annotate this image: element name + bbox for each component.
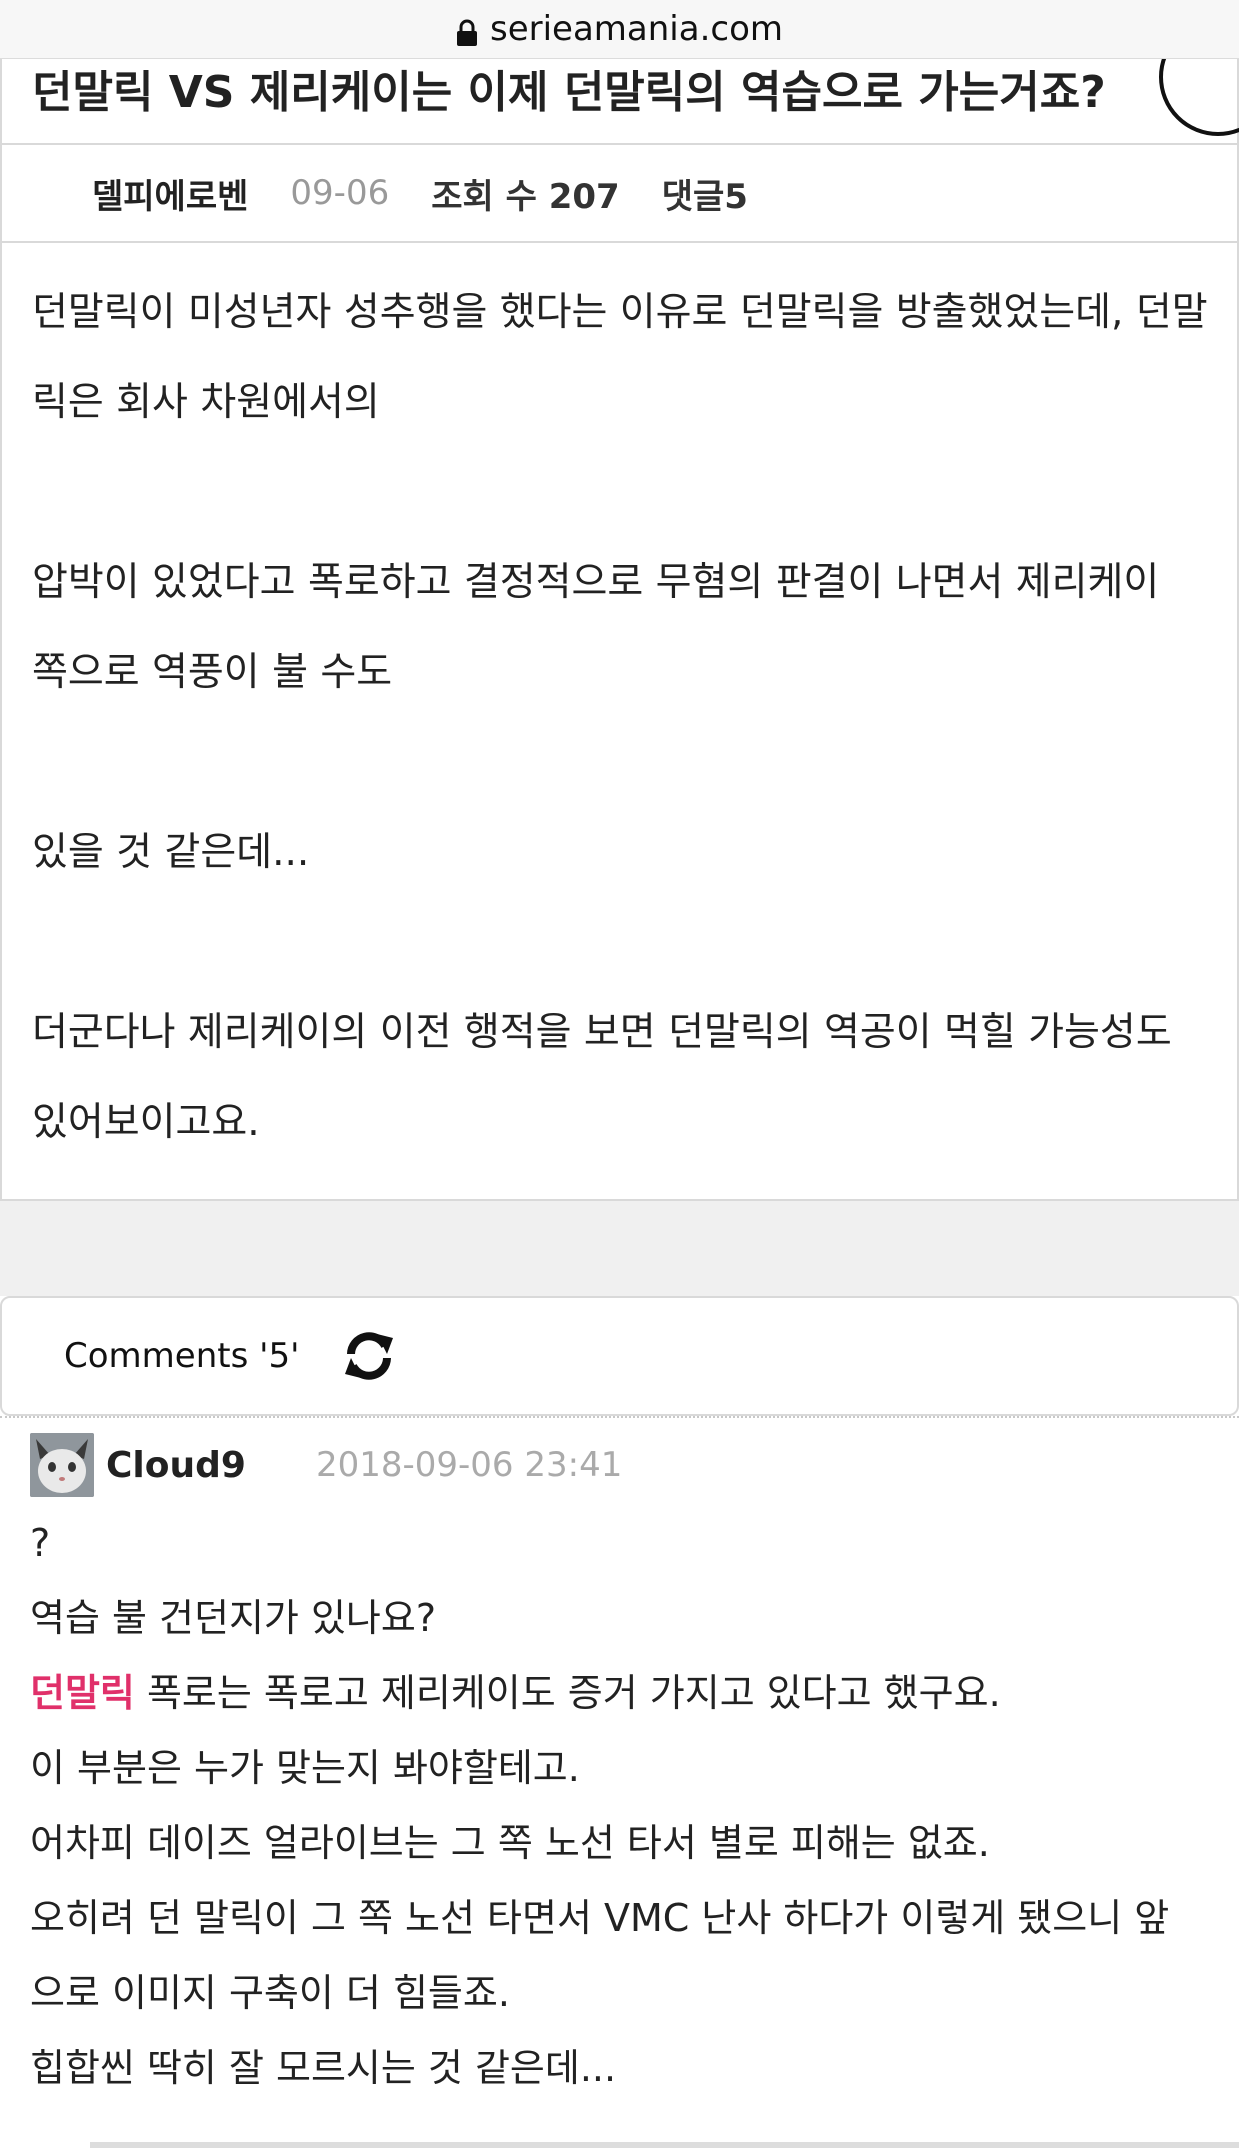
address-bar[interactable]: serieamania.com bbox=[0, 0, 1239, 59]
post-author[interactable]: 델피에로벤 bbox=[92, 169, 248, 218]
comment-item: Cloud9 2018-09-06 23:41 ? 역습 불 건던지가 있나요?… bbox=[30, 1430, 1220, 2106]
comment-line: 이 부분은 누가 맞는지 봐야할테고. bbox=[30, 1746, 580, 1790]
comments-label: Comments '5' bbox=[64, 1336, 300, 1376]
post-date: 09-06 bbox=[290, 173, 390, 213]
comment-line: 어차피 데이즈 얼라이브는 그 쪽 노선 타서 별로 피해는 없죠. bbox=[30, 1821, 990, 1865]
post-title: 던말릭 VS 제리케이는 이제 던말릭의 역습으로 가는거죠? bbox=[32, 67, 1106, 118]
body-line: 던말릭이 미성년자 성추행을 했다는 이유로 던말릭을 방출했었는데, 던말 bbox=[32, 290, 1208, 335]
comment-line-rest: 폭로는 폭로고 제리케이도 증거 가지고 있다고 했구요. bbox=[134, 1671, 1001, 1715]
post-meta: 델피에로벤 09-06 조회 수 207 댓글5 bbox=[2, 143, 1237, 243]
comment-line: 힙합씬 딱히 잘 모르시는 것 같은데... bbox=[30, 2046, 617, 2090]
body-line: 압박이 있었다고 폭로하고 결정적으로 무혐의 판결이 나면서 제리케이 bbox=[32, 560, 1160, 605]
comment-line: 오히려 던 말릭이 그 쪽 노선 타면서 VMC 난사 하다가 이렇게 됐으니 … bbox=[30, 1896, 1170, 1940]
section-separator bbox=[0, 1201, 1239, 1296]
comment-line: 역습 불 건던지가 있나요? bbox=[30, 1596, 437, 1640]
post-body: 던말릭이 미성년자 성추행을 했다는 이유로 던말릭을 방출했었는데, 던말 릭… bbox=[32, 268, 1212, 1168]
comment-body: ? 역습 불 건던지가 있나요? 던말릭 폭로는 폭로고 제리케이도 증거 가지… bbox=[30, 1506, 1220, 2106]
comment-line: ? bbox=[30, 1521, 51, 1565]
body-line: 있어보이고요. bbox=[32, 1100, 260, 1145]
comment-line: 으로 이미지 구축이 더 힘들죠. bbox=[30, 1971, 510, 2015]
body-line: 있을 것 같은데... bbox=[32, 830, 310, 875]
avatar[interactable] bbox=[30, 1433, 94, 1497]
body-line: 더군다나 제리케이의 이전 행적을 보면 던말릭의 역공이 먹힐 가능성도 bbox=[32, 1010, 1172, 1055]
lock-icon bbox=[456, 16, 478, 46]
view-count: 조회 수 207 bbox=[431, 176, 620, 217]
body-line: 릭은 회사 차원에서의 bbox=[32, 380, 380, 425]
post-card: 던말릭 VS 제리케이는 이제 던말릭의 역습으로 가는거죠? 델피에로벤 09… bbox=[0, 18, 1239, 1201]
divider bbox=[0, 1416, 1239, 1418]
body-line: 쪽으로 역풍이 불 수도 bbox=[32, 650, 393, 695]
url-text: serieamania.com bbox=[489, 9, 784, 49]
refresh-icon[interactable] bbox=[341, 1328, 397, 1384]
comments-header: Comments '5' bbox=[0, 1296, 1239, 1416]
comment-count[interactable]: 댓글5 bbox=[662, 169, 748, 218]
bottom-edge bbox=[90, 2142, 1239, 2148]
comment-header: Cloud9 2018-09-06 23:41 bbox=[30, 1430, 1220, 1500]
comment-author[interactable]: Cloud9 bbox=[106, 1445, 246, 1486]
highlighted-name: 던말릭 bbox=[30, 1671, 135, 1715]
comment-line: 던말릭 폭로는 폭로고 제리케이도 증거 가지고 있다고 했구요. bbox=[30, 1656, 1220, 1731]
comment-timestamp: 2018-09-06 23:41 bbox=[315, 1445, 623, 1485]
